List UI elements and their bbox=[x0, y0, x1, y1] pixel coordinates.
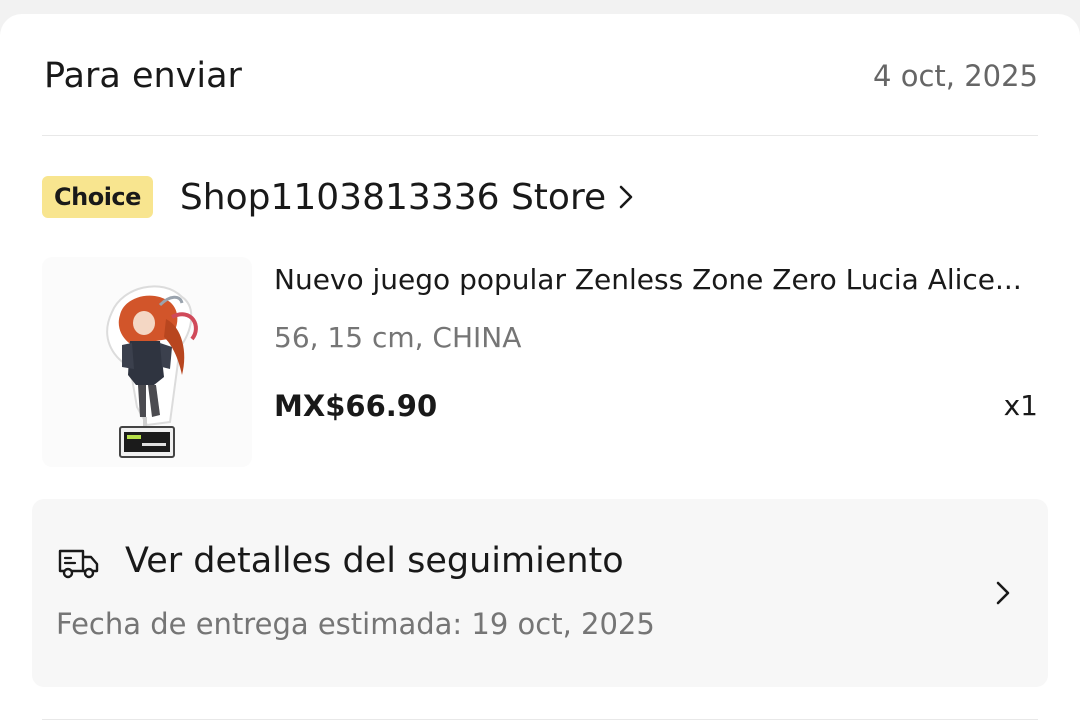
truck-icon bbox=[57, 545, 99, 581]
store-link[interactable]: Shop1103813336 Store bbox=[180, 177, 634, 218]
chevron-right-icon bbox=[992, 579, 1014, 607]
choice-badge: Choice bbox=[42, 176, 153, 218]
store-name: Shop1103813336 Store bbox=[179, 176, 607, 218]
order-status-title: Para enviar bbox=[44, 56, 242, 96]
delivery-estimate: Fecha de entrega estimada: 19 oct, 2025 bbox=[56, 607, 655, 641]
product-variant: 56, 15 cm, CHINA bbox=[274, 321, 522, 354]
divider bbox=[42, 719, 1038, 720]
acrylic-stand-figure-icon bbox=[106, 285, 198, 458]
chevron-right-icon bbox=[618, 184, 634, 210]
tracking-title: Ver detalles del seguimiento bbox=[125, 541, 624, 581]
order-header: Para enviar 4 oct, 2025 bbox=[44, 54, 1038, 98]
tracking-details-button[interactable]: Ver detalles del seguimiento Fecha de en… bbox=[32, 499, 1048, 687]
store-row[interactable]: Choice Shop1103813336 Store bbox=[42, 175, 634, 219]
divider bbox=[42, 135, 1038, 136]
product-title[interactable]: Nuevo juego popular Zenless Zone Zero Lu… bbox=[274, 263, 1039, 296]
product-price: MX$66.90 bbox=[274, 389, 438, 423]
order-date: 4 oct, 2025 bbox=[873, 59, 1038, 93]
order-card: Para enviar 4 oct, 2025 Choice Shop11038… bbox=[0, 14, 1080, 723]
product-image[interactable] bbox=[42, 257, 252, 467]
product-quantity: x1 bbox=[1003, 389, 1038, 422]
